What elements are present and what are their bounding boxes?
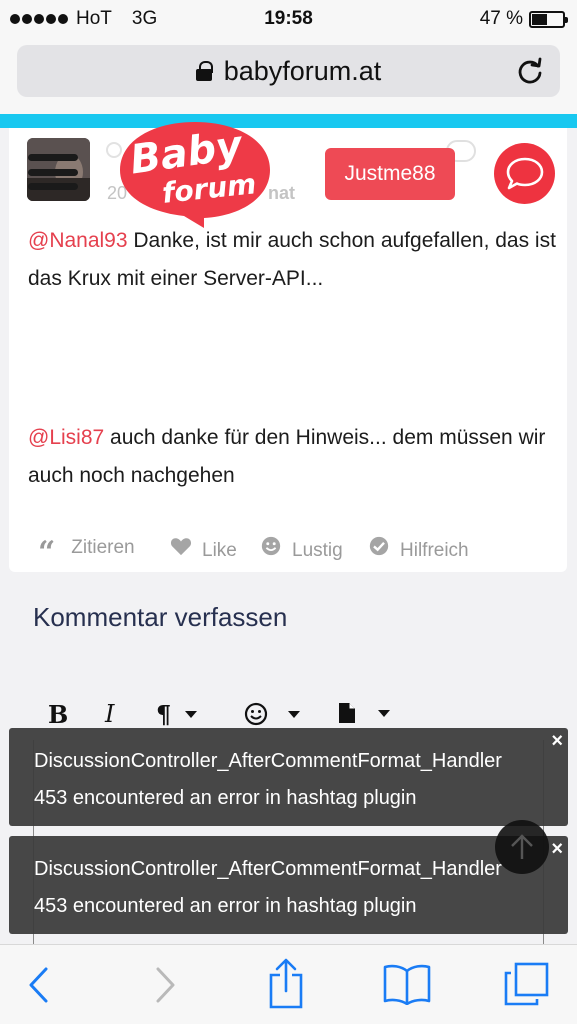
chevron-right-icon[interactable] xyxy=(152,965,178,1005)
heart-icon xyxy=(170,538,192,556)
smiley-icon xyxy=(244,702,268,726)
funny-button[interactable]: Lustig xyxy=(260,530,343,562)
chevron-down-icon xyxy=(288,710,300,718)
chevron-down-icon xyxy=(378,709,390,717)
comment-paragraph-2: @Lisi87 auch danke für den Hinweis... de… xyxy=(28,419,558,495)
scroll-to-top-button[interactable] xyxy=(495,820,549,874)
reload-icon[interactable] xyxy=(516,57,544,85)
status-bar: HoT 3G 19:58 47 % xyxy=(0,0,577,38)
chat-button[interactable] xyxy=(494,143,555,204)
share-icon[interactable] xyxy=(266,957,306,1009)
browser-address-area: babyforum.at xyxy=(0,38,577,114)
status-right: 47 % xyxy=(479,8,568,30)
hamburger-icon[interactable] xyxy=(28,150,78,194)
emoji-button[interactable] xyxy=(244,702,300,726)
smiley-icon xyxy=(261,536,281,556)
attach-file-button[interactable] xyxy=(338,702,390,724)
tabs-icon[interactable] xyxy=(502,961,550,1007)
chevron-left-icon[interactable] xyxy=(26,965,52,1005)
username-button[interactable]: Justme88 xyxy=(325,148,455,200)
arrow-up-icon xyxy=(511,834,533,859)
site-header-accent xyxy=(0,114,577,128)
toast-message-line1: DiscussionController_AfterCommentFormat_… xyxy=(34,750,502,772)
paragraph-text: auch danke für den Hinweis... dem müssen… xyxy=(28,426,546,487)
toast-message-line2: 453 encountered an error in hashtag plug… xyxy=(34,787,417,809)
helpful-button[interactable]: Hilfreich xyxy=(368,530,469,562)
url-text: babyforum.at xyxy=(223,55,382,86)
comment-paragraph-1: @Nanal93 Danke, ist mir auch schon aufge… xyxy=(28,222,558,298)
toast-message-line2: 453 encountered an error in hashtag plug… xyxy=(34,895,417,917)
like-label: Like xyxy=(202,540,237,561)
paragraph-icon: ¶ xyxy=(156,700,172,729)
address-bar[interactable]: babyforum.at xyxy=(17,45,560,97)
quote-button[interactable]: “ Zitieren xyxy=(38,528,135,568)
like-button[interactable]: Like xyxy=(170,530,237,562)
mention-link[interactable]: @Nanal93 xyxy=(28,229,128,252)
mention-link[interactable]: @Lisi87 xyxy=(28,426,104,449)
close-icon[interactable]: × xyxy=(551,839,563,859)
error-toast: DiscussionController_AfterCommentFormat_… xyxy=(9,728,568,826)
close-icon[interactable]: × xyxy=(551,731,563,751)
comment-section-title: Kommentar verfassen xyxy=(33,602,288,632)
bold-button[interactable]: B xyxy=(48,700,68,729)
toast-message-line1: DiscussionController_AfterCommentFormat_… xyxy=(34,858,502,880)
funny-label: Lustig xyxy=(292,540,343,561)
battery-icon xyxy=(529,10,568,28)
italic-button[interactable]: I xyxy=(105,700,114,728)
error-toast: DiscussionController_AfterCommentFormat_… xyxy=(9,836,568,934)
helpful-label: Hilfreich xyxy=(400,540,469,561)
book-icon[interactable] xyxy=(382,963,432,1005)
document-icon xyxy=(339,703,355,723)
speech-bubble-icon xyxy=(506,157,543,189)
browser-toolbar xyxy=(0,944,577,1024)
babyforum-logo[interactable]: Baby forum xyxy=(116,116,274,228)
battery-percent: 47 % xyxy=(479,8,523,29)
chevron-down-icon xyxy=(185,711,198,718)
paragraph-format-button[interactable]: ¶ xyxy=(156,700,198,729)
checkmark-circle-icon xyxy=(369,536,389,556)
quote-label: Zitieren xyxy=(71,537,135,558)
lock-icon xyxy=(195,61,213,81)
quote-icon: “ xyxy=(38,535,56,570)
